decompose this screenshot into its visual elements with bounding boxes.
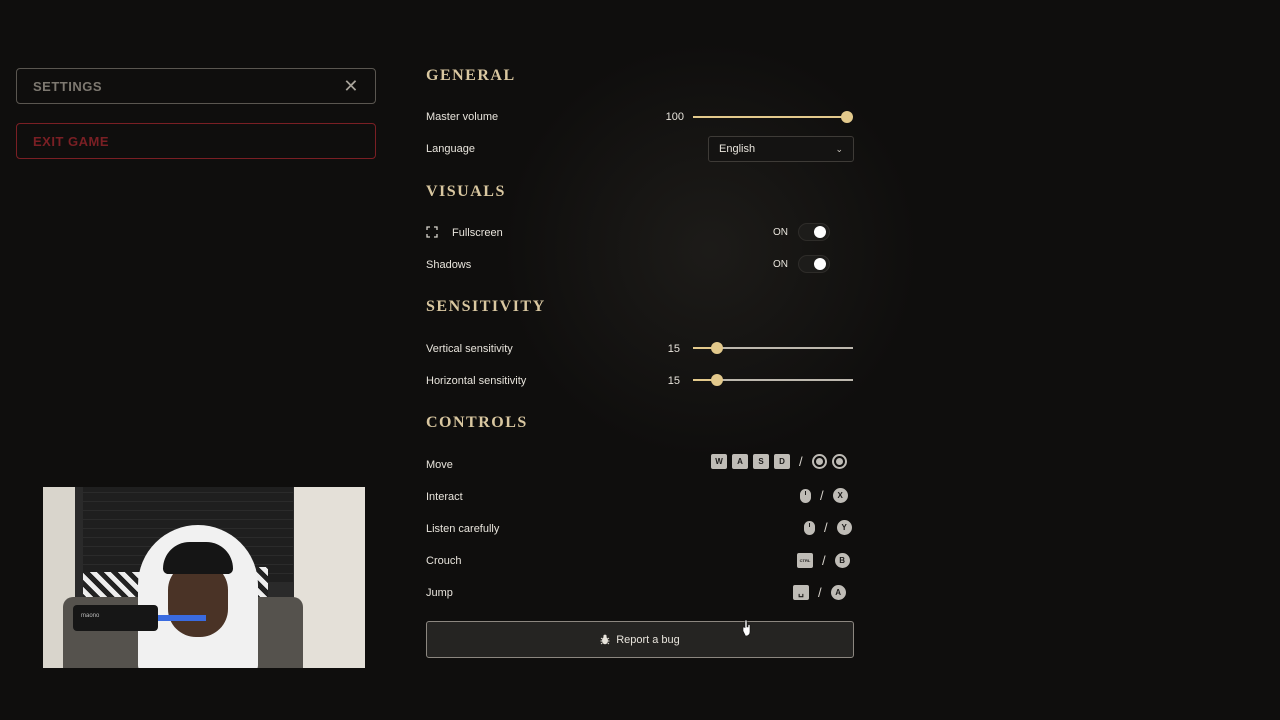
binding-separator: / xyxy=(818,585,822,600)
report-bug-button[interactable]: Report a bug xyxy=(426,621,854,658)
fullscreen-state: ON xyxy=(773,227,788,238)
master-volume-slider-fill xyxy=(693,116,847,118)
vertical-sensitivity-slider[interactable] xyxy=(693,342,853,354)
mouse-right-click-icon xyxy=(804,520,815,535)
master-volume-slider[interactable] xyxy=(693,111,853,123)
jump-bindings: ␣ / A xyxy=(793,585,846,600)
binding-separator: / xyxy=(822,553,826,568)
fullscreen-label: Fullscreen xyxy=(452,227,503,239)
settings-label: SETTINGS xyxy=(33,78,103,94)
key-d: D xyxy=(774,454,790,469)
shadows-toggle[interactable] xyxy=(798,255,830,273)
language-dropdown[interactable]: English ⌄ xyxy=(708,136,854,162)
move-bindings: W A S D / xyxy=(711,454,847,469)
master-volume-label: Master volume xyxy=(426,111,499,123)
exit-game-button[interactable]: EXIT GAME xyxy=(16,123,376,159)
language-selected: English xyxy=(719,143,756,155)
right-stick-icon xyxy=(831,454,847,469)
pad-button-y: Y xyxy=(836,520,852,535)
webcam-microphone: maono xyxy=(73,605,158,631)
vertical-sensitivity-slider-thumb[interactable] xyxy=(711,342,723,354)
webcam-person-durag xyxy=(163,542,233,574)
left-stick-icon xyxy=(811,454,827,469)
vertical-sensitivity-label: Vertical sensitivity xyxy=(426,343,513,355)
master-volume-slider-thumb[interactable] xyxy=(841,111,853,123)
section-title-visuals: VISUALS xyxy=(426,183,506,200)
listen-label: Listen carefully xyxy=(426,523,500,535)
interact-label: Interact xyxy=(426,491,463,503)
language-label: Language xyxy=(426,143,475,155)
section-title-sensitivity: SENSITIVITY xyxy=(426,298,546,315)
shadows-label: Shadows xyxy=(426,259,472,271)
pad-button-a: A xyxy=(830,585,846,600)
fullscreen-toggle[interactable] xyxy=(798,223,830,241)
fullscreen-toggle-knob xyxy=(814,226,826,238)
close-icon[interactable]: ✕ xyxy=(343,77,359,95)
jump-label: Jump xyxy=(426,587,453,599)
fullscreen-icon xyxy=(426,226,438,238)
mic-brand-label: maono xyxy=(81,613,100,619)
crouch-bindings: CTRL / B xyxy=(797,553,850,568)
pad-button-b: B xyxy=(834,553,850,568)
binding-separator: / xyxy=(799,454,803,469)
key-a: A xyxy=(732,454,748,469)
horizontal-sensitivity-slider-thumb[interactable] xyxy=(711,374,723,386)
listen-bindings: / Y xyxy=(804,520,852,535)
section-title-general: GENERAL xyxy=(426,67,516,84)
horizontal-sensitivity-value: 15 xyxy=(667,375,680,387)
key-w: W xyxy=(711,454,727,469)
section-title-controls: CONTROLS xyxy=(426,414,528,431)
vertical-sensitivity-value: 15 xyxy=(667,343,680,355)
chevron-down-icon: ⌄ xyxy=(835,143,843,154)
move-label: Move xyxy=(426,459,453,471)
bug-icon xyxy=(600,634,610,645)
key-s: S xyxy=(753,454,769,469)
horizontal-sensitivity-label: Horizontal sensitivity xyxy=(426,375,527,387)
exit-game-label: EXIT GAME xyxy=(33,133,110,149)
webcam-overlay: maono xyxy=(43,487,365,668)
shadows-state: ON xyxy=(773,259,788,270)
binding-separator: / xyxy=(824,520,828,535)
key-space: ␣ xyxy=(793,585,809,600)
report-bug-label: Report a bug xyxy=(616,633,680,646)
horizontal-sensitivity-slider[interactable] xyxy=(693,374,853,386)
shadows-toggle-knob xyxy=(814,258,826,270)
binding-separator: / xyxy=(820,488,824,503)
background-glow xyxy=(500,40,920,460)
crouch-label: Crouch xyxy=(426,555,462,567)
pad-button-x: X xyxy=(832,488,848,503)
key-ctrl: CTRL xyxy=(797,553,813,568)
interact-bindings: / X xyxy=(800,488,848,503)
hand-cursor-icon xyxy=(742,620,751,636)
master-volume-value: 100 xyxy=(665,111,684,123)
mouse-left-click-icon xyxy=(800,488,811,503)
settings-button[interactable]: SETTINGS ✕ xyxy=(16,68,376,104)
